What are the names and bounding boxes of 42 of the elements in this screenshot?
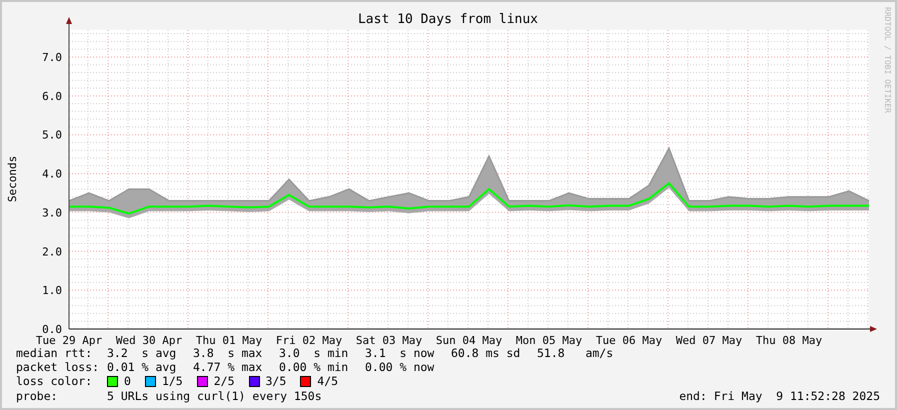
tick-label: Thu 08 May bbox=[756, 334, 822, 346]
swatch-label: 0 bbox=[124, 374, 131, 389]
tick-label: Wed 07 May bbox=[676, 334, 742, 346]
tick-label: 5.0 bbox=[42, 128, 62, 142]
tick-label: Tue 29 Apr bbox=[36, 334, 102, 346]
swatch-label: 2/5 bbox=[214, 374, 234, 389]
axis-title: Seconds bbox=[6, 156, 19, 202]
chart-title: Last 10 Days from linux bbox=[358, 12, 538, 27]
stat-value: 0.00 % now bbox=[365, 360, 434, 374]
stat-value: 3.1 s now bbox=[365, 346, 436, 360]
tick-label: Mon 05 May bbox=[516, 334, 582, 346]
tick-label: Sun 04 May bbox=[436, 334, 502, 346]
swatch-label: 1/5 bbox=[162, 374, 183, 389]
end-time: end: Fri May 9 11:52:28 2025 bbox=[679, 388, 880, 403]
tick-label: 6.0 bbox=[42, 90, 62, 103]
stat-value: 60.8 ms sd bbox=[451, 346, 522, 360]
probe-text: 5 URLs using curl(1) every 150s bbox=[107, 388, 322, 403]
stat-value: 4.77 % max bbox=[193, 360, 264, 374]
swatch-label: 4/5 bbox=[317, 374, 338, 389]
tick-label: Wed 30 Apr bbox=[116, 334, 182, 346]
tick-label: Fri 02 May bbox=[276, 334, 342, 346]
swatch-label: 3/5 bbox=[266, 374, 286, 389]
tick-label: 3.0 bbox=[42, 206, 62, 220]
legend-label: probe: bbox=[16, 388, 59, 403]
tick-label: Thu 01 May bbox=[196, 334, 262, 346]
tick-label: Tue 06 May bbox=[596, 334, 662, 346]
stat-value: 0.01 % avg bbox=[107, 360, 178, 374]
stat-value: 51.8 am/s bbox=[537, 346, 614, 360]
legend-label: median rtt: bbox=[16, 346, 94, 360]
stat-value: 3.8 s max bbox=[193, 346, 264, 360]
stat-value: 0.00 % min bbox=[279, 360, 350, 374]
tick-label: 1.0 bbox=[42, 284, 62, 298]
credit-text: RRDTOOL / TOBI OETIKER bbox=[883, 7, 892, 113]
tick-label: 7.0 bbox=[42, 51, 62, 64]
tick-label: 0.0 bbox=[42, 323, 62, 336]
tick-label: Sat 03 May bbox=[356, 334, 422, 346]
tick-label: 2.0 bbox=[42, 245, 62, 258]
legend-label: packet loss: bbox=[16, 360, 100, 374]
tick-label: 4.0 bbox=[42, 168, 62, 181]
legend-label: loss color: bbox=[16, 374, 94, 389]
stat-value: 3.0 s min bbox=[279, 346, 350, 360]
stat-value: 3.2 s avg bbox=[107, 346, 178, 360]
